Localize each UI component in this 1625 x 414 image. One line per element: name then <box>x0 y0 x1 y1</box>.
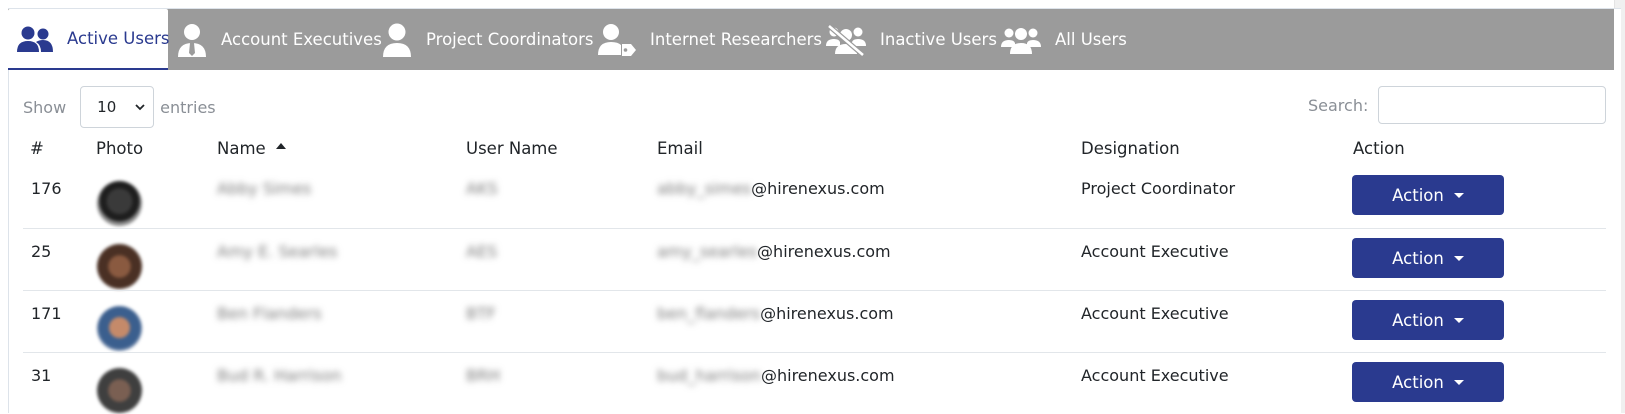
user-name: Ben Flanders <box>217 304 322 323</box>
users-icon <box>17 22 53 56</box>
email-domain: @hirenexus.com <box>757 242 891 261</box>
user-username: BRH <box>466 366 501 385</box>
col-header-designation[interactable]: Designation <box>1081 139 1180 158</box>
table-row: 171 Ben Flanders BTF ben_flanders@hirene… <box>23 290 1606 352</box>
caret-down-icon <box>1453 192 1464 198</box>
tab-label: All Users <box>1055 30 1127 49</box>
search-control: Search: <box>1308 86 1368 124</box>
entries-select[interactable]: 10 <box>80 86 155 128</box>
col-header-name[interactable]: Name <box>217 139 286 158</box>
user-name: Bud R. Harrison <box>217 366 342 385</box>
email-domain: @hirenexus.com <box>760 304 894 323</box>
search-label: Search: <box>1308 95 1369 115</box>
tab-label: Active Users <box>67 29 170 48</box>
row-number: 31 <box>31 366 52 385</box>
email-local: ben_flanders <box>657 304 761 323</box>
action-dropdown-button[interactable]: Action <box>1352 362 1504 402</box>
user-group-icon <box>1001 23 1041 57</box>
col-header-number[interactable]: # <box>30 139 44 158</box>
row-number: 176 <box>31 179 62 198</box>
email-domain: @hirenexus.com <box>760 366 895 385</box>
col-header-action[interactable]: Action <box>1353 139 1405 158</box>
col-header-photo[interactable]: Photo <box>96 139 143 158</box>
table-row: 176 Abby Simes AKS abby_simes@hirenexus.… <box>23 166 1606 228</box>
user-icon <box>382 23 412 57</box>
user-email: abby_simes@hirenexus.com <box>657 179 885 198</box>
tab-label: Internet Researchers <box>650 30 822 49</box>
user-designation: Account Executive <box>1081 304 1229 323</box>
user-name: Amy E. Searles <box>217 242 338 261</box>
tab-label: Account Executives <box>221 30 382 49</box>
user-designation: Account Executive <box>1081 366 1229 385</box>
tab-all-users[interactable]: All Users <box>1001 9 1127 70</box>
user-username: BTF <box>466 304 496 323</box>
user-username: AKS <box>466 179 498 198</box>
avatar <box>97 306 142 351</box>
tab-active-users[interactable]: Active Users <box>8 9 170 70</box>
tab-label: Inactive Users <box>880 30 997 49</box>
action-dropdown-button[interactable]: Action <box>1352 238 1504 278</box>
user-username: AES <box>466 242 498 261</box>
action-dropdown-button[interactable]: Action <box>1352 175 1504 215</box>
email-local: abby_simes <box>657 179 752 198</box>
user-email: bud_harrison@hirenexus.com <box>657 366 895 385</box>
entries-value: 10 <box>97 98 117 116</box>
table-row: 25 Amy E. Searles AES amy_searles@hirene… <box>23 228 1606 290</box>
user-tie-icon <box>177 23 207 57</box>
users-slash-icon <box>826 23 866 57</box>
entries-label: entries <box>160 97 216 117</box>
chevron-down-icon <box>135 104 145 111</box>
row-number: 25 <box>31 242 52 261</box>
tab-internet-researchers[interactable]: Internet Researchers <box>598 9 822 70</box>
col-header-username[interactable]: User Name <box>466 139 558 158</box>
user-tag-icon <box>598 23 636 57</box>
tab-inactive-users[interactable]: Inactive Users <box>826 9 997 70</box>
tab-account-executives[interactable]: Account Executives <box>177 9 382 70</box>
user-designation: Account Executive <box>1081 242 1229 261</box>
action-label: Action <box>1392 372 1444 392</box>
search-input[interactable] <box>1378 86 1606 124</box>
user-email: ben_flanders@hirenexus.com <box>657 304 894 323</box>
user-name: Abby Simes <box>217 179 312 198</box>
email-local: bud_harrison <box>657 366 761 385</box>
caret-down-icon <box>1453 379 1464 385</box>
caret-down-icon <box>1453 255 1464 261</box>
row-number: 171 <box>31 304 62 323</box>
user-designation: Project Coordinator <box>1081 179 1236 198</box>
sort-asc-icon <box>275 143 286 149</box>
action-label: Action <box>1392 310 1444 330</box>
user-email: amy_searles@hirenexus.com <box>657 242 891 261</box>
table-row: 31 Bud R. Harrison BRH bud_harrison@hire… <box>23 352 1606 414</box>
avatar <box>97 181 142 226</box>
user-tabs: Active Users Account Executives Project … <box>8 9 1614 70</box>
page-length-control: Show 10 entries <box>23 86 216 128</box>
action-label: Action <box>1392 185 1444 205</box>
email-local: amy_searles <box>657 242 758 261</box>
col-header-email[interactable]: Email <box>657 139 703 158</box>
action-label: Action <box>1392 248 1444 268</box>
avatar <box>97 244 142 289</box>
action-dropdown-button[interactable]: Action <box>1352 300 1504 340</box>
avatar <box>97 368 142 413</box>
col-header-name-label: Name <box>217 139 266 158</box>
show-label: Show <box>23 97 67 117</box>
caret-down-icon <box>1453 317 1464 323</box>
email-domain: @hirenexus.com <box>751 179 885 198</box>
tab-label: Project Coordinators <box>426 30 594 49</box>
tab-project-coordinators[interactable]: Project Coordinators <box>382 9 593 70</box>
